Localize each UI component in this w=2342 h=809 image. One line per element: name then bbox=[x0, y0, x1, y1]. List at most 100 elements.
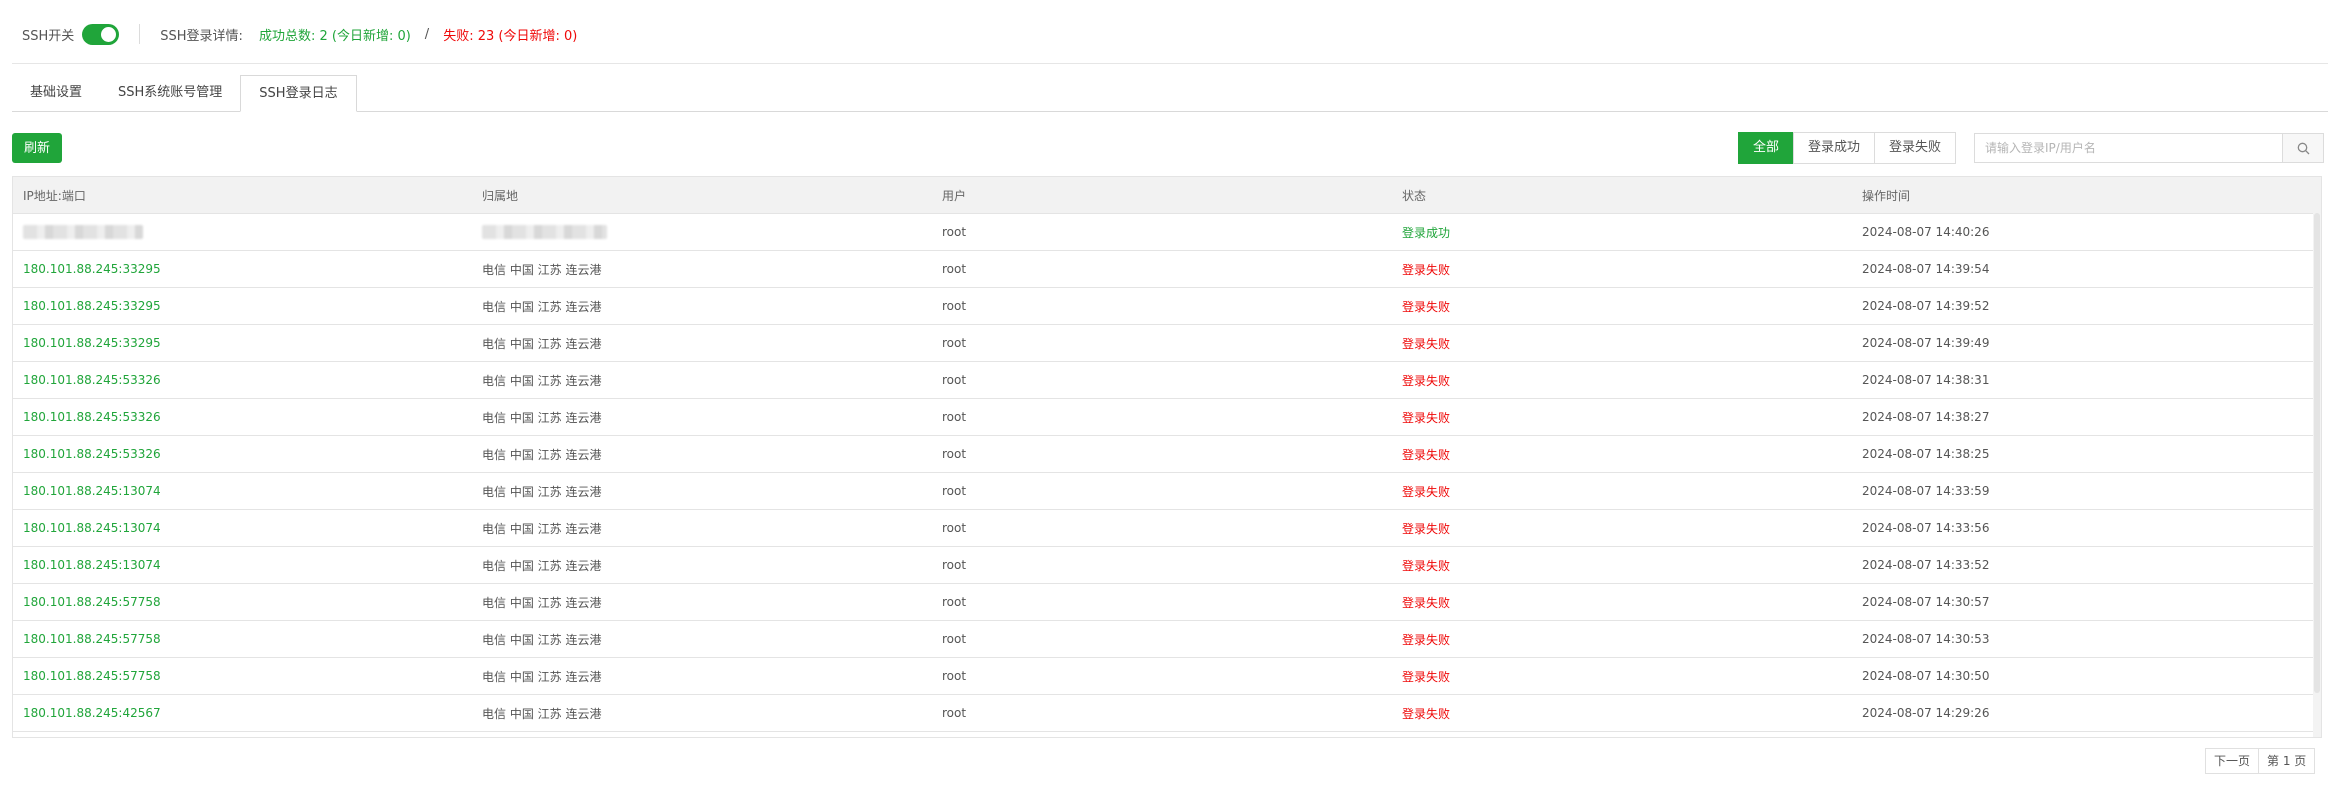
table-row: 180.101.88.245:53326 电信 中国 江苏 连云港 root 登录失败… bbox=[13, 399, 2321, 436]
user-cell: root bbox=[942, 558, 967, 572]
ip-port-cell: 180.101.88.245:33295 bbox=[23, 262, 161, 276]
column-header-ip: IP地址:端口 bbox=[23, 188, 86, 203]
status-cell: 登录失败 bbox=[1402, 558, 1451, 573]
ssh-switch-label: SSH开关 bbox=[22, 28, 75, 44]
time-cell: 2024-08-07 14:38:25 bbox=[1862, 447, 1990, 461]
table-row: 180.101.88.245:33295 电信 中国 江苏 连云港 root 登录失败… bbox=[13, 288, 2321, 325]
table-row: 180.101.88.245:53326 电信 中国 江苏 连云港 root 登录失败… bbox=[13, 436, 2321, 473]
ip-port-cell: 180.101.88.245:53326 bbox=[23, 447, 161, 461]
location-cell: 电信 中国 江苏 连云港 bbox=[482, 410, 602, 425]
ssh-status-bar: SSH开关 SSH登录详情: 成功总数: 2 (今日新增: 0) / 失败: 2… bbox=[22, 20, 577, 48]
table-row: 180.101.88.245:13074 电信 中国 江苏 连云港 root 登录失败… bbox=[13, 473, 2321, 510]
status-cell: 登录失败 bbox=[1402, 410, 1451, 425]
column-header-location: 归属地 bbox=[482, 188, 519, 203]
ip-port-cell: 180.101.88.245:42567 bbox=[23, 706, 161, 720]
time-cell: 2024-08-07 14:39:54 bbox=[1862, 262, 1990, 276]
column-header-time: 操作时间 bbox=[1862, 188, 1911, 203]
table-header: IP地址:端口 归属地 用户 状态 操作时间 bbox=[13, 177, 2321, 214]
location-cell: 电信 中国 江苏 连云港 bbox=[482, 595, 602, 610]
next-page-button[interactable]: 下一页 bbox=[2205, 748, 2260, 774]
ip-port-cell: 180.101.88.245:33295 bbox=[23, 336, 161, 350]
fail-count-text: 失败: 23 (今日新增: 0) bbox=[443, 28, 578, 44]
user-cell: root bbox=[942, 336, 967, 350]
ip-port-cell: 180.101.88.245:53326 bbox=[23, 410, 161, 424]
table-row: root 登录成功 2024-08-07 14:40:26 bbox=[13, 214, 2321, 251]
location-cell: 电信 中国 江苏 连云港 bbox=[482, 299, 602, 314]
table-body: root 登录成功 2024-08-07 14:40:26 180.101.88.24… bbox=[13, 214, 2321, 737]
user-cell: root bbox=[942, 225, 967, 239]
ssh-detail-label: SSH登录详情: bbox=[160, 28, 243, 44]
count-separator: / bbox=[424, 26, 430, 42]
table-row: 180.101.88.245:33295 电信 中国 江苏 连云港 root 登录失败… bbox=[13, 325, 2321, 362]
ip-port-cell: 180.101.88.245:53326 bbox=[23, 373, 161, 387]
pagination: 下一页 第 1 页 bbox=[2205, 748, 2316, 774]
column-header-user: 用户 bbox=[942, 188, 967, 203]
search-button[interactable] bbox=[2282, 134, 2323, 162]
ip-port-cell: 180.101.88.245:33295 bbox=[23, 299, 161, 313]
table-scrollbar[interactable] bbox=[2313, 213, 2321, 737]
ip-port-cell: 180.101.88.245:13074 bbox=[23, 521, 161, 535]
status-cell: 登录失败 bbox=[1402, 373, 1451, 388]
user-cell: root bbox=[942, 706, 967, 720]
ip-port-cell: 180.101.88.245:13074 bbox=[23, 484, 161, 498]
ip-port-cell: 180.101.88.245:57758 bbox=[23, 632, 161, 646]
time-cell: 2024-08-07 14:33:52 bbox=[1862, 558, 1990, 572]
time-cell: 2024-08-07 14:38:31 bbox=[1862, 373, 1990, 387]
location-cell: 电信 中国 江苏 连云港 bbox=[482, 558, 602, 573]
location-cell: 电信 中国 江苏 连云港 bbox=[482, 484, 602, 499]
status-cell: 登录失败 bbox=[1402, 595, 1451, 610]
user-cell: root bbox=[942, 521, 967, 535]
location-cell: 电信 中国 江苏 连云港 bbox=[482, 521, 602, 536]
status-cell: 登录失败 bbox=[1402, 262, 1451, 277]
table-row: 180.101.88.245:42567电信 中国 江苏 连云港root登录失败… bbox=[13, 732, 2321, 737]
filter-failed-button[interactable]: 登录失败 bbox=[1874, 132, 1957, 164]
table-row: 180.101.88.245:57758 电信 中国 江苏 连云港 root 登录失败… bbox=[13, 658, 2321, 695]
user-cell: root bbox=[942, 410, 967, 424]
table-row: 180.101.88.245:53326 电信 中国 江苏 连云港 root 登录失败… bbox=[13, 362, 2321, 399]
time-cell: 2024-08-07 14:39:49 bbox=[1862, 336, 1990, 350]
redacted-ip bbox=[23, 225, 143, 240]
refresh-button[interactable]: 刷新 bbox=[12, 133, 62, 163]
scrollbar-thumb[interactable] bbox=[2314, 213, 2320, 693]
current-page-indicator: 第 1 页 bbox=[2258, 748, 2316, 774]
ip-port-cell bbox=[13, 225, 472, 240]
success-count-text: 成功总数: 2 (今日新增: 0) bbox=[258, 28, 411, 44]
search-box bbox=[1974, 133, 2324, 163]
status-cell: 登录失败 bbox=[1402, 447, 1451, 462]
table-row: 180.101.88.245:57758 电信 中国 江苏 连云港 root 登录失败… bbox=[13, 621, 2321, 658]
status-cell: 登录失败 bbox=[1402, 706, 1451, 721]
ip-port-cell: 180.101.88.245:57758 bbox=[23, 595, 161, 609]
user-cell: root bbox=[942, 447, 967, 461]
table-row: 180.101.88.245:57758 电信 中国 江苏 连云港 root 登录失败… bbox=[13, 584, 2321, 621]
location-cell: 电信 中国 江苏 连云港 bbox=[482, 262, 602, 277]
time-cell: 2024-08-07 14:33:59 bbox=[1862, 484, 1990, 498]
filter-success-button[interactable]: 登录成功 bbox=[1793, 132, 1876, 164]
status-cell: 登录失败 bbox=[1402, 669, 1451, 684]
redacted-location bbox=[482, 225, 607, 240]
tab-ssh-login-log[interactable]: SSH登录日志 bbox=[240, 75, 357, 112]
ssh-settings-page: SSH开关 SSH登录详情: 成功总数: 2 (今日新增: 0) / 失败: 2… bbox=[0, 0, 2342, 809]
location-cell: 电信 中国 江苏 连云港 bbox=[482, 669, 602, 684]
login-log-table: IP地址:端口 归属地 用户 状态 操作时间 root 登录成功 2024-08-0… bbox=[12, 176, 2322, 738]
table-row: 180.101.88.245:33295 电信 中国 江苏 连云港 root 登录失败… bbox=[13, 251, 2321, 288]
time-cell: 2024-08-07 14:30:50 bbox=[1862, 669, 1990, 683]
table-row: 180.101.88.245:42567 电信 中国 江苏 连云港 root 登录失败… bbox=[13, 695, 2321, 732]
time-cell: 2024-08-07 14:30:57 bbox=[1862, 595, 1990, 609]
divider bbox=[139, 24, 141, 44]
search-input[interactable] bbox=[1975, 134, 2282, 162]
tab-ssh-account-management[interactable]: SSH系统账号管理 bbox=[100, 75, 240, 111]
location-cell: 电信 中国 江苏 连云港 bbox=[482, 632, 602, 647]
time-cell: 2024-08-07 14:29:26 bbox=[1862, 706, 1990, 720]
user-cell: root bbox=[942, 373, 967, 387]
user-cell: root bbox=[942, 595, 967, 609]
location-cell: 电信 中国 江苏 连云港 bbox=[482, 447, 602, 462]
table-row: 180.101.88.245:13074 电信 中国 江苏 连云港 root 登录失败… bbox=[13, 547, 2321, 584]
tab-basic-settings[interactable]: 基础设置 bbox=[12, 75, 100, 111]
status-cell: 登录失败 bbox=[1402, 336, 1451, 351]
location-cell: 电信 中国 江苏 连云港 bbox=[482, 706, 602, 721]
user-cell: root bbox=[942, 632, 967, 646]
time-cell: 2024-08-07 14:40:26 bbox=[1862, 225, 1990, 239]
filter-all-button[interactable]: 全部 bbox=[1738, 132, 1795, 164]
ssh-switch-toggle[interactable] bbox=[82, 23, 120, 45]
user-cell: root bbox=[942, 262, 967, 276]
